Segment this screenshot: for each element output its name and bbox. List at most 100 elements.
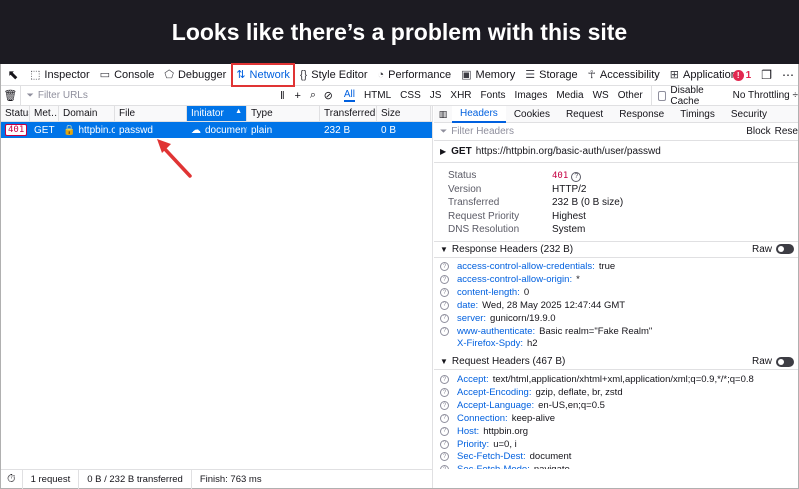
help-icon[interactable]: ?	[440, 465, 449, 469]
resend-button[interactable]: Rese	[775, 126, 798, 137]
header-name: Accept-Encoding:	[457, 387, 532, 399]
clear-requests-icon[interactable]: 🗑	[1, 89, 20, 102]
help-icon[interactable]: ?	[440, 388, 449, 398]
info-row: DNS Resolution System	[434, 223, 798, 237]
header-row[interactable]: ? Connection: keep-alive	[434, 412, 798, 425]
column-header[interactable]: Met…	[30, 106, 59, 121]
filter-all[interactable]: All	[343, 89, 355, 102]
tab-accessibility[interactable]: ☥ Accessibility	[583, 64, 665, 86]
error-counter[interactable]: ! 1	[732, 69, 751, 81]
help-icon[interactable]: ?	[440, 288, 449, 298]
response-headers-section[interactable]: ▼ Response Headers (232 B) Raw	[434, 242, 798, 258]
help-icon[interactable]: ?	[440, 401, 449, 411]
header-value: gunicorn/19.9.0	[490, 312, 556, 324]
help-icon[interactable]: ?	[440, 426, 449, 436]
column-header[interactable]: Status	[1, 106, 30, 121]
column-header[interactable]: Transferred	[320, 106, 377, 121]
header-row[interactable]: ? date: Wed, 28 May 2025 12:47:44 GMT	[434, 299, 798, 312]
tab-inspector[interactable]: ⬚ Inspector	[25, 64, 95, 86]
block-button[interactable]: Block	[746, 126, 774, 137]
detail-tab-headers[interactable]: Headers	[452, 106, 506, 123]
header-row[interactable]: ? content-length: 0	[434, 286, 798, 299]
filter-html[interactable]: HTML	[364, 90, 391, 101]
request-summary[interactable]: ▶ GET https://httpbin.org/basic-auth/use…	[434, 141, 798, 163]
block-icon[interactable]: ⊘	[321, 89, 336, 102]
more-options-icon[interactable]: ⋯	[782, 68, 794, 82]
header-row[interactable]: ? Accept-Language: en-US,en;q=0.5	[434, 399, 798, 412]
detail-tab-cookies[interactable]: Cookies	[506, 106, 558, 123]
toggle-sidebar-icon[interactable]: ▥	[434, 109, 452, 120]
filter-ws[interactable]: WS	[593, 90, 609, 101]
tab-style-editor[interactable]: {} Style Editor	[295, 64, 373, 86]
request-headers-section[interactable]: ▼ Request Headers (467 B) Raw	[434, 354, 798, 371]
column-header[interactable]: File	[115, 106, 187, 121]
filter-css[interactable]: CSS	[400, 90, 421, 101]
tab-network[interactable]: ⇅ Network	[231, 62, 295, 87]
search-icon[interactable]: ⌕	[305, 89, 320, 102]
tab-storage[interactable]: ☰ Storage	[520, 64, 582, 86]
toggle-switch[interactable]	[776, 356, 794, 367]
filter-xhr[interactable]: XHR	[450, 90, 471, 101]
help-icon[interactable]: ?	[440, 313, 449, 323]
tab-console[interactable]: ▭ Console	[95, 64, 160, 86]
add-request-icon[interactable]: +	[290, 90, 305, 102]
cell-domain: 🔒httpbin.org	[59, 125, 115, 136]
throttling-select[interactable]: No Throttling ÷	[733, 90, 798, 101]
filter-headers-input[interactable]: ⏷ Filter Headers Block Rese	[434, 123, 798, 141]
detail-tab-response[interactable]: Response	[611, 106, 672, 123]
column-header[interactable]: Type	[247, 106, 320, 121]
tab-performance[interactable]: ◔ Performance	[372, 64, 456, 86]
element-picker-icon[interactable]: ⬉	[1, 64, 25, 86]
help-icon[interactable]: ?	[440, 375, 449, 385]
header-row[interactable]: ? Sec-Fetch-Dest: document	[434, 450, 798, 463]
raw-toggle[interactable]: Raw	[752, 356, 798, 367]
details-tabs: ▥ Headers Cookies Request Response Timings Se…	[434, 106, 798, 123]
header-row[interactable]: ? Accept: text/html,application/xhtml+xml,…	[434, 373, 798, 386]
help-icon[interactable]: ?	[571, 171, 582, 182]
tab-debugger[interactable]: ⬠ Debugger	[159, 64, 231, 86]
cell-type: plain	[251, 124, 273, 136]
help-icon[interactable]: ?	[440, 262, 449, 272]
disable-cache-checkbox[interactable]: Disable Cache	[650, 84, 725, 107]
filter-media[interactable]: Media	[556, 90, 583, 101]
header-row[interactable]: ? server: gunicorn/19.9.0	[434, 312, 798, 325]
column-header[interactable]: Domain	[59, 106, 115, 121]
help-icon[interactable]: ?	[440, 326, 449, 336]
tab-application[interactable]: ⊞ Application	[665, 64, 742, 86]
help-icon[interactable]: ?	[440, 300, 449, 310]
tab-memory[interactable]: ▣ Memory	[456, 64, 520, 86]
filter-urls-input[interactable]: ⏷ Filter URLs	[19, 85, 275, 106]
header-row[interactable]: ? www-authenticate: Basic realm="Fake Real…	[434, 325, 798, 338]
help-icon[interactable]: ?	[440, 439, 449, 449]
tab-label: Accessibility	[599, 68, 660, 81]
pause-icon[interactable]: ‖	[275, 90, 290, 102]
tab-label: Application	[683, 68, 737, 81]
detail-tab-security[interactable]: Security	[723, 106, 775, 123]
detail-tab-timings[interactable]: Timings	[672, 106, 723, 123]
header-row[interactable]: ? Sec-Fetch-Mode: navigate	[434, 463, 798, 469]
checkbox-box[interactable]	[657, 90, 667, 101]
help-icon[interactable]: ?	[440, 413, 449, 423]
filter-other[interactable]: Other	[618, 90, 643, 101]
dock-toggle-icon[interactable]: ❐	[761, 68, 772, 82]
performance-analysis-icon[interactable]: ⏱	[1, 469, 23, 489]
help-icon[interactable]: ?	[440, 275, 449, 285]
column-header[interactable]: Initiator ▲	[187, 106, 247, 121]
column-label: File	[119, 108, 136, 119]
toggle-switch[interactable]	[776, 244, 794, 254]
filter-images[interactable]: Images	[515, 90, 548, 101]
header-row[interactable]: ? Priority: u=0, i	[434, 438, 798, 451]
header-row[interactable]: ? Host: httpbin.org	[434, 425, 798, 438]
header-row[interactable]: ? access-control-allow-origin: *	[434, 273, 798, 286]
table-row[interactable]: 401 GET 🔒httpbin.org passwd ☁ document pl…	[1, 122, 432, 138]
column-header[interactable]: Size	[377, 106, 431, 121]
header-name: Host:	[457, 425, 480, 437]
header-row[interactable]: ? Accept-Encoding: gzip, deflate, br, zstd	[434, 386, 798, 399]
filter-fonts[interactable]: Fonts	[481, 90, 506, 101]
header-row[interactable]: X-Firefox-Spdy: h2	[434, 338, 798, 351]
filter-js[interactable]: JS	[430, 90, 442, 101]
help-icon[interactable]: ?	[440, 452, 449, 462]
header-row[interactable]: ? access-control-allow-credentials: true	[434, 261, 798, 274]
detail-tab-request[interactable]: Request	[558, 106, 611, 123]
raw-toggle[interactable]: Raw	[752, 244, 798, 255]
